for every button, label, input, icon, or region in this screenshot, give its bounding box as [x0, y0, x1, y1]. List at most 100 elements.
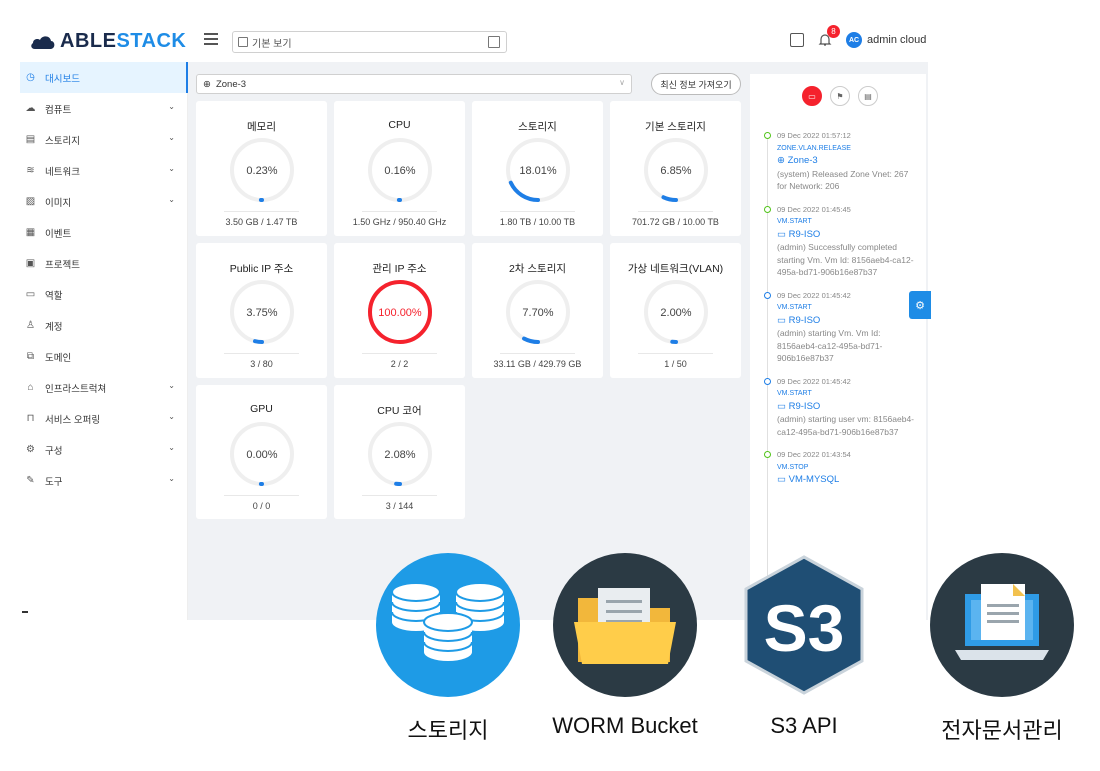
event-resource-label: VM-MYSQL [788, 474, 840, 485]
sidebar-item-label: 이벤트 [45, 228, 72, 240]
sidebar-item-label: 서비스 오퍼링 [45, 414, 101, 426]
chevron-down-icon: ⌄ [168, 133, 175, 142]
card-usage-footer: 701.72 GB / 10.00 TB [632, 217, 719, 227]
zone-select-value: Zone-3 [215, 78, 247, 90]
feature-label: S3 API [770, 713, 838, 738]
usage-gauge: 2.00% [644, 280, 708, 344]
s3-icon: S3 [732, 553, 876, 697]
timeline-dot [764, 377, 771, 385]
tab-desktop-icon[interactable]: ▭ [802, 86, 822, 106]
project-switch-icon[interactable] [488, 36, 500, 48]
usage-gauge: 100.00% [368, 280, 432, 344]
sidebar-item[interactable]: ▭ 역할 [20, 279, 187, 310]
event-item: 09 Dec 2022 01:45:42 VM.START ▭ R9-ISO (adm… [764, 290, 915, 365]
event-panel: ▭ ⚑ ▤ 09 Dec 2022 01:57:12 ZONE.VLAN.RELE… [750, 74, 926, 620]
resource-card: 스토리지 18.01% 1.80 TB / 10.00 TB [472, 101, 603, 236]
storage-database-icon [376, 553, 520, 697]
card-divider [224, 495, 299, 496]
gauge-value: 3.75% [246, 307, 277, 319]
top-bar: ABLESTACK 기본 보기 8 AC admin cloud [0, 0, 940, 62]
card-divider [224, 353, 299, 354]
event-description: (admin) starting Vm. Vm Id: 8156aeb4-ca1… [777, 328, 883, 363]
tab-calendar-icon[interactable]: ▤ [858, 86, 878, 106]
event-time: 09 Dec 2022 01:57:12 [777, 131, 851, 140]
chevron-down-icon: ∨ [619, 78, 625, 87]
usage-gauge: 0.00% [230, 422, 294, 486]
gauge-value: 6.85% [660, 165, 691, 177]
card-title: 메모리 [247, 121, 276, 133]
event-type: VM.STOP [777, 463, 809, 471]
card-title: 스토리지 [518, 121, 557, 133]
gauge-value: 2.00% [660, 307, 691, 319]
sidebar-item[interactable]: ◷ 대시보드 [20, 62, 188, 93]
sidebar-item[interactable]: ▦ 이벤트 [20, 217, 187, 248]
sidebar-item-label: 대시보드 [45, 73, 80, 85]
refresh-button[interactable]: 최신 정보 가져오기 [651, 73, 741, 95]
usage-gauge: 0.23% [230, 138, 294, 202]
event-resource-label: Zone-3 [787, 155, 818, 166]
event-time: 09 Dec 2022 01:43:54 [777, 450, 851, 459]
avatar: AC [846, 32, 862, 48]
feature-item: WORM Bucket [552, 553, 698, 738]
event-resource-link[interactable]: ▭ R9-ISO [777, 401, 915, 414]
laptop-document-icon [930, 553, 1074, 697]
event-item: 09 Dec 2022 01:45:45 VM.START ▭ R9-ISO (adm… [764, 204, 915, 279]
sidebar-item[interactable]: ⊓ 서비스 오퍼링 ⌄ [20, 403, 187, 434]
card-usage-footer: 2 / 2 [390, 359, 409, 369]
image-upload-icon[interactable] [790, 33, 804, 47]
tab-flag-icon[interactable]: ⚑ [830, 86, 850, 106]
user-menu[interactable]: AC admin cloud [846, 32, 926, 48]
event-timeline: 09 Dec 2022 01:57:12 ZONE.VLAN.RELEASE ⊕ Z… [764, 130, 915, 614]
card-title: 가상 네트워크(VLAN) [627, 263, 724, 275]
view-selector[interactable]: 기본 보기 [232, 31, 507, 53]
event-item: 09 Dec 2022 01:43:54 VM.STOP ▭ VM-MYSQL [764, 449, 915, 487]
card-divider [638, 211, 713, 212]
card-divider [638, 353, 713, 354]
sidebar-item[interactable]: ✎ 도구 ⌄ [20, 465, 187, 496]
gauge-value: 0.16% [384, 165, 415, 177]
sidebar-item[interactable]: ▨ 이미지 ⌄ [20, 186, 187, 217]
card-usage-footer: 3 / 80 [250, 359, 273, 369]
gauge-value: 2.08% [384, 449, 415, 461]
card-title: GPU [250, 403, 273, 415]
resource-card: 2차 스토리지 7.70% 33.11 GB / 429.79 GB [472, 243, 603, 378]
account-icon: ♙ [26, 320, 35, 331]
timeline-dot [764, 132, 771, 139]
project-icon [238, 37, 248, 47]
sidebar-item-label: 도구 [45, 476, 63, 488]
view-selector-label: 기본 보기 [252, 38, 292, 50]
sidebar-item[interactable]: ≋ 네트워크 ⌄ [20, 155, 187, 186]
feature-label: 전자문서관리 [941, 718, 1063, 743]
event-resource-link[interactable]: ⊕ Zone-3 [777, 155, 915, 168]
sidebar-item[interactable]: ⧉ 도메인 [20, 341, 187, 372]
sidebar-item[interactable]: ♙ 계정 [20, 310, 187, 341]
feature-label: 스토리지 [407, 718, 489, 743]
wifi-icon: ≋ [26, 165, 35, 176]
event-type: ZONE.VLAN.RELEASE [777, 144, 851, 152]
event-resource-link[interactable]: ▭ R9-ISO [777, 229, 915, 242]
event-resource-link[interactable]: ▭ R9-ISO [777, 315, 915, 328]
zone-select[interactable]: ⊕ Zone-3 ∨ [196, 74, 632, 94]
globe-icon: ⊕ [203, 78, 211, 90]
event-resource-link[interactable]: ▭ VM-MYSQL [777, 474, 915, 487]
resource-card: 메모리 0.23% 3.50 GB / 1.47 TB [196, 101, 327, 236]
event-description: (system) Released Zone Vnet: 267 for Net… [777, 168, 909, 192]
notification-bell-icon[interactable]: 8 [818, 25, 840, 47]
settings-gear-icon[interactable]: ⚙ [909, 291, 931, 319]
menu-toggle-icon[interactable] [204, 33, 218, 45]
monitor-icon: ▭ [777, 474, 786, 485]
monitor-icon: ▭ [777, 314, 786, 326]
sidebar-item[interactable]: ⚙ 구성 ⌄ [20, 434, 187, 465]
card-usage-footer: 0 / 0 [252, 501, 271, 511]
sidebar-item[interactable]: ▣ 프로젝트 [20, 248, 187, 279]
sidebar-item[interactable]: ⌂ 인프라스트럭쳐 ⌄ [20, 372, 187, 403]
sidebar-item-label: 계정 [45, 321, 63, 333]
sidebar-item-label: 인프라스트럭쳐 [45, 383, 107, 395]
sidebar-item[interactable]: ▤ 스토리지 ⌄ [20, 124, 187, 155]
ablestack-logo[interactable]: ABLESTACK [30, 30, 186, 53]
gauge-value: 7.70% [522, 307, 553, 319]
event-description: (admin) Successfully completed starting … [777, 242, 914, 277]
gauge-value: 100.00% [378, 307, 422, 319]
sidebar-item[interactable]: ☁ 컴퓨트 ⌄ [20, 93, 187, 124]
topbar-actions: 8 AC admin cloud [790, 25, 926, 48]
